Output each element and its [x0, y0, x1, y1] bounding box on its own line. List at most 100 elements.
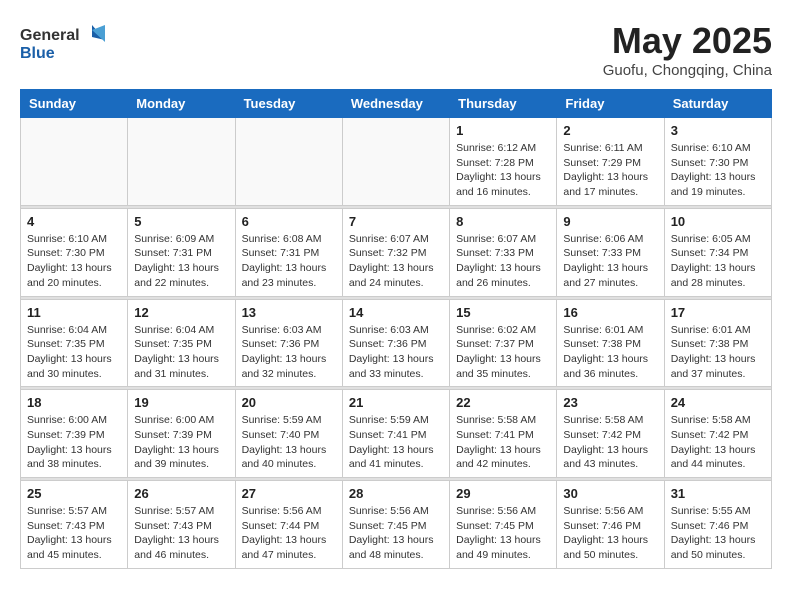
day-cell: 2Sunrise: 6:11 AMSunset: 7:29 PMDaylight… [557, 118, 664, 206]
day-number: 18 [27, 395, 121, 410]
day-cell: 12 Sunrise: 6:04 AMSunset: 7:35 PMDayligh… [128, 299, 235, 387]
weekday-header-friday: Friday [557, 90, 664, 118]
day-cell [128, 118, 235, 206]
day-info: Sunrise: 6:10 AMSunset: 7:30 PMDaylight:… [671, 141, 765, 200]
day-info: Sunrise: 6:08 AMSunset: 7:31 PMDaylight:… [242, 232, 336, 291]
day-cell: 3 Sunrise: 6:10 AMSunset: 7:30 PMDaylight… [664, 118, 771, 206]
day-cell: 24Sunrise: 5:58 AMSunset: 7:42 PMDayligh… [664, 390, 771, 478]
title-area: May 2025 Guofu, Chongqing, China [603, 20, 772, 79]
day-info: Sunrise: 6:06 AMSunset: 7:33 PMDaylight:… [563, 232, 657, 291]
day-number: 25 [27, 486, 121, 501]
day-number: 16 [563, 305, 657, 320]
day-cell: 21Sunrise: 5:59 AMSunset: 7:41 PMDayligh… [342, 390, 449, 478]
day-number: 24 [671, 395, 765, 410]
day-number: 15 [456, 305, 550, 320]
day-info: Sunrise: 6:05 AMSunset: 7:34 PMDaylight:… [671, 232, 765, 291]
day-cell: 9 Sunrise: 6:06 AMSunset: 7:33 PMDaylight… [557, 208, 664, 296]
day-number: 1 [456, 123, 550, 138]
day-info: Sunrise: 6:09 AMSunset: 7:31 PMDaylight:… [134, 232, 228, 291]
day-number: 3 [671, 123, 765, 138]
day-number: 8 [456, 214, 550, 229]
day-cell: 22Sunrise: 5:58 AMSunset: 7:41 PMDayligh… [450, 390, 557, 478]
day-number: 10 [671, 214, 765, 229]
day-cell: 6 Sunrise: 6:08 AMSunset: 7:31 PMDaylight… [235, 208, 342, 296]
day-info: Sunrise: 6:00 AMSunset: 7:39 PMDaylight:… [27, 413, 121, 472]
day-cell: 25Sunrise: 5:57 AMSunset: 7:43 PMDayligh… [21, 481, 128, 569]
day-number: 4 [27, 214, 121, 229]
day-cell: 10 Sunrise: 6:05 AMSunset: 7:34 PMDayligh… [664, 208, 771, 296]
day-info: Sunrise: 6:01 AMSunset: 7:38 PMDaylight:… [671, 323, 765, 382]
day-cell: 13Sunrise: 6:03 AMSunset: 7:36 PMDayligh… [235, 299, 342, 387]
day-info: Sunrise: 5:58 AMSunset: 7:42 PMDaylight:… [563, 413, 657, 472]
day-info: Sunrise: 6:07 AMSunset: 7:32 PMDaylight:… [349, 232, 443, 291]
svg-text:Blue: Blue [20, 45, 55, 62]
day-number: 19 [134, 395, 228, 410]
day-cell: 15 Sunrise: 6:02 AMSunset: 7:37 PMDayligh… [450, 299, 557, 387]
weekday-header-row: SundayMondayTuesdayWednesdayThursdayFrid… [21, 90, 772, 118]
weekday-header-thursday: Thursday [450, 90, 557, 118]
day-cell: 1 Sunrise: 6:12 AMSunset: 7:28 PMDaylight… [450, 118, 557, 206]
day-cell: 29 Sunrise: 5:56 AMSunset: 7:45 PMDayligh… [450, 481, 557, 569]
day-info: Sunrise: 6:10 AMSunset: 7:30 PMDaylight:… [27, 232, 121, 291]
day-number: 7 [349, 214, 443, 229]
day-cell: 19 Sunrise: 6:00 AMSunset: 7:39 PMDayligh… [128, 390, 235, 478]
day-number: 17 [671, 305, 765, 320]
week-row-5: 25 Sunrise: 5:57 AMSunset: 7:43 PMDayligh… [21, 481, 772, 569]
day-info: Sunrise: 6:01 AMSunset: 7:38 PMDaylight:… [563, 323, 657, 382]
day-info: Sunrise: 6:02 AMSunset: 7:37 PMDaylight:… [456, 323, 550, 382]
day-info: Sunrise: 5:55 AMSunset: 7:46 PMDaylight:… [671, 504, 765, 563]
day-number: 27 [242, 486, 336, 501]
day-number: 6 [242, 214, 336, 229]
day-number: 5 [134, 214, 228, 229]
day-info: Sunrise: 6:03 AMSunset: 7:36 PMDaylight:… [349, 323, 443, 382]
day-info: Sunrise: 5:56 AMSunset: 7:45 PMDaylight:… [349, 504, 443, 563]
week-row-4: 18 Sunrise: 6:00 AMSunset: 7:39 PMDayligh… [21, 390, 772, 478]
day-number: 12 [134, 305, 228, 320]
day-cell: 16 Sunrise: 6:01 AMSunset: 7:38 PMDayligh… [557, 299, 664, 387]
day-info: Sunrise: 6:04 AMSunset: 7:35 PMDaylight:… [134, 323, 228, 382]
day-cell: 7 Sunrise: 6:07 AMSunset: 7:32 PMDaylight… [342, 208, 449, 296]
day-info: Sunrise: 5:56 AMSunset: 7:46 PMDaylight:… [563, 504, 657, 563]
day-cell: 27 Sunrise: 5:56 AMSunset: 7:44 PMDayligh… [235, 481, 342, 569]
day-cell: 26 Sunrise: 5:57 AMSunset: 7:43 PMDayligh… [128, 481, 235, 569]
day-info: Sunrise: 5:56 AMSunset: 7:44 PMDaylight:… [242, 504, 336, 563]
day-number: 23 [563, 395, 657, 410]
day-cell: 31 Sunrise: 5:55 AMSunset: 7:46 PMDayligh… [664, 481, 771, 569]
day-cell: 18 Sunrise: 6:00 AMSunset: 7:39 PMDayligh… [21, 390, 128, 478]
day-number: 28 [349, 486, 443, 501]
day-cell: 14Sunrise: 6:03 AMSunset: 7:36 PMDayligh… [342, 299, 449, 387]
svg-text:General: General [20, 27, 80, 44]
week-row-3: 11 Sunrise: 6:04 AMSunset: 7:35 PMDayligh… [21, 299, 772, 387]
day-cell: 8Sunrise: 6:07 AMSunset: 7:33 PMDaylight… [450, 208, 557, 296]
weekday-header-saturday: Saturday [664, 90, 771, 118]
day-number: 30 [563, 486, 657, 501]
calendar-table: SundayMondayTuesdayWednesdayThursdayFrid… [20, 89, 772, 569]
weekday-header-sunday: Sunday [21, 90, 128, 118]
day-number: 11 [27, 305, 121, 320]
day-cell [235, 118, 342, 206]
day-cell [21, 118, 128, 206]
day-cell: 17 Sunrise: 6:01 AMSunset: 7:38 PMDayligh… [664, 299, 771, 387]
day-number: 31 [671, 486, 765, 501]
weekday-header-tuesday: Tuesday [235, 90, 342, 118]
day-info: Sunrise: 5:56 AMSunset: 7:45 PMDaylight:… [456, 504, 550, 563]
day-info: Sunrise: 6:00 AMSunset: 7:39 PMDaylight:… [134, 413, 228, 472]
day-info: Sunrise: 6:11 AMSunset: 7:29 PMDaylight:… [563, 141, 657, 200]
day-number: 26 [134, 486, 228, 501]
page-header: GeneralBlue May 2025 Guofu, Chongqing, C… [20, 20, 772, 79]
week-row-2: 4 Sunrise: 6:10 AMSunset: 7:30 PMDaylight… [21, 208, 772, 296]
day-number: 29 [456, 486, 550, 501]
day-info: Sunrise: 6:12 AMSunset: 7:28 PMDaylight:… [456, 141, 550, 200]
day-info: Sunrise: 5:58 AMSunset: 7:41 PMDaylight:… [456, 413, 550, 472]
day-number: 20 [242, 395, 336, 410]
day-info: Sunrise: 6:03 AMSunset: 7:36 PMDaylight:… [242, 323, 336, 382]
calendar-subtitle: Guofu, Chongqing, China [603, 62, 772, 79]
day-number: 9 [563, 214, 657, 229]
day-cell: 23 Sunrise: 5:58 AMSunset: 7:42 PMDayligh… [557, 390, 664, 478]
day-info: Sunrise: 6:04 AMSunset: 7:35 PMDaylight:… [27, 323, 121, 382]
day-info: Sunrise: 5:59 AMSunset: 7:41 PMDaylight:… [349, 413, 443, 472]
day-cell: 4 Sunrise: 6:10 AMSunset: 7:30 PMDaylight… [21, 208, 128, 296]
day-info: Sunrise: 5:57 AMSunset: 7:43 PMDaylight:… [134, 504, 228, 563]
day-cell: 11 Sunrise: 6:04 AMSunset: 7:35 PMDayligh… [21, 299, 128, 387]
day-info: Sunrise: 5:59 AMSunset: 7:40 PMDaylight:… [242, 413, 336, 472]
